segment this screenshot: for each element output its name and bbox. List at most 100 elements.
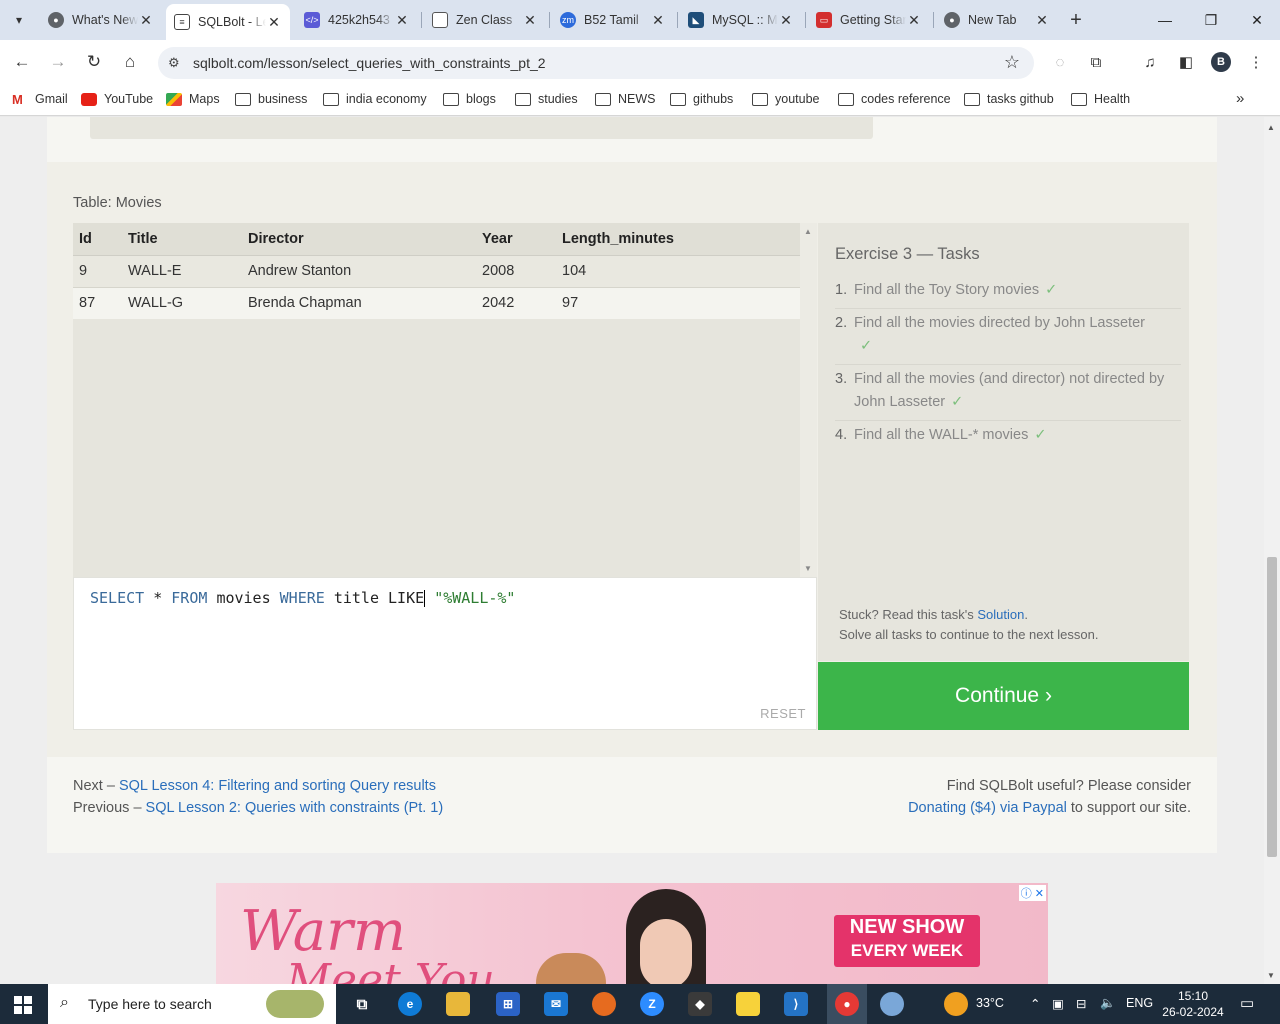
bookmark-githubs[interactable]: githubs	[670, 92, 733, 106]
scrollbar-thumb[interactable]	[1267, 557, 1277, 857]
paint-app-icon[interactable]	[880, 992, 904, 1016]
column-header: Length_minutes	[556, 223, 800, 256]
bookmark-news[interactable]: NEWS	[595, 92, 656, 106]
firefox-icon[interactable]	[592, 992, 616, 1016]
weather-temperature[interactable]: 33°C	[976, 996, 1004, 1010]
donate-link[interactable]: Donating ($4) via Paypal	[908, 800, 1067, 816]
tab-425k2h543[interactable]: </> 425k2h543 ✕	[296, 6, 418, 34]
table-cell: WALL-E	[122, 255, 242, 288]
close-icon[interactable]: ✕	[906, 12, 922, 29]
tab-search-chevron-icon[interactable]: ▾	[6, 8, 32, 32]
back-arrow-icon[interactable]: ←	[10, 50, 34, 74]
previous-lesson-link[interactable]: SQL Lesson 2: Queries with constraints (…	[146, 800, 444, 816]
sticky-notes-icon[interactable]	[736, 992, 760, 1016]
tab-sqlbolt[interactable]: ≡ SQLBolt - Learn SQL ✕	[166, 4, 290, 40]
page-viewport: Table: Movies Id Title Director Year Len…	[0, 117, 1264, 984]
sql-query-editor[interactable]: SELECT * FROM movies WHERE title LIKE "%…	[73, 577, 817, 730]
advertisement-banner[interactable]: Warm Meet You NEW SHOW EVERY WEEK ⓘ ✕	[216, 883, 1048, 984]
mail-icon[interactable]: ✉	[544, 992, 568, 1016]
results-table: Id Title Director Year Length_minutes 9 …	[73, 223, 800, 319]
close-icon[interactable]: ✕	[778, 12, 794, 29]
volume-icon[interactable]: 🔈	[1100, 996, 1116, 1011]
window-close-icon[interactable]: ✕	[1242, 8, 1272, 32]
microsoft-store-icon[interactable]: ⊞	[496, 992, 520, 1016]
close-icon[interactable]: ✕	[1034, 12, 1050, 29]
table-cell: Andrew Stanton	[242, 255, 476, 288]
ad-headline-second-line: Meet You	[286, 955, 495, 984]
close-icon[interactable]: ✕	[394, 12, 410, 29]
next-lesson-link[interactable]: SQL Lesson 4: Filtering and sorting Quer…	[119, 778, 436, 794]
weather-icon[interactable]	[944, 992, 968, 1016]
results-scrollbar[interactable]: ▲ ▼	[800, 223, 817, 577]
bookmark-health[interactable]: Health	[1071, 92, 1130, 106]
sql-query-text[interactable]: SELECT * FROM movies WHERE title LIKE "%…	[90, 589, 515, 607]
home-icon[interactable]: ⌂	[118, 50, 142, 74]
language-indicator[interactable]: ENG	[1126, 996, 1153, 1010]
bookmarks-overflow-chevron-icon[interactable]: »	[1236, 90, 1244, 107]
notifications-icon[interactable]: ▭	[1240, 994, 1254, 1012]
close-icon[interactable]: ✕	[266, 14, 282, 31]
address-bar[interactable]: ⚙ sqlbolt.com/lesson/select_queries_with…	[158, 47, 1034, 79]
folder-icon	[964, 92, 980, 106]
bookmark-youtube[interactable]: YouTube	[81, 92, 153, 106]
bookmark-business[interactable]: business	[235, 92, 307, 106]
bookmark-blogs[interactable]: blogs	[443, 92, 496, 106]
taskbar-search-box[interactable]: ⌕ Type here to search	[48, 984, 336, 1024]
page-scrollbar[interactable]: ▲ ▼	[1264, 117, 1280, 984]
folder-icon	[752, 92, 768, 106]
scroll-up-arrow-icon[interactable]: ▲	[804, 227, 812, 236]
scroll-down-arrow-icon[interactable]: ▼	[804, 564, 812, 573]
tab-whats-new[interactable]: ● What's New ✕	[40, 6, 162, 34]
taskbar-clock[interactable]: 15:10 26-02-2024	[1158, 988, 1228, 1020]
maps-icon	[166, 92, 182, 106]
windows-start-icon[interactable]	[14, 996, 32, 1014]
continue-button[interactable]: Continue ›	[818, 662, 1189, 730]
ad-choices-close-icon[interactable]: ⓘ ✕	[1018, 885, 1046, 901]
chrome-taskbar-icon[interactable]: ●	[835, 992, 859, 1016]
tray-device-icon[interactable]: ▣	[1052, 996, 1064, 1011]
bookmark-studies[interactable]: studies	[515, 92, 578, 106]
scroll-up-arrow-icon[interactable]: ▲	[1267, 123, 1275, 132]
extension-loading-icon[interactable]: ◌	[1048, 50, 1072, 74]
tab-mysql[interactable]: ◣ MySQL :: MySQL ✕	[680, 6, 802, 34]
side-panel-icon[interactable]: ◧	[1174, 50, 1198, 74]
table-cell: WALL-G	[122, 287, 242, 319]
bookmark-gmail[interactable]: M Gmail	[12, 92, 68, 106]
minimize-icon[interactable]: —	[1150, 8, 1180, 32]
extensions-puzzle-icon[interactable]: ⧉	[1084, 50, 1108, 74]
git-app-icon[interactable]: ◆	[688, 992, 712, 1016]
profile-avatar[interactable]: B	[1211, 52, 1231, 72]
vscode-icon[interactable]: ⟩	[784, 992, 808, 1016]
bookmark-youtube-folder[interactable]: youtube	[752, 92, 819, 106]
bookmark-india-economy[interactable]: india economy	[323, 92, 427, 106]
tab-zen-class[interactable]: Zen Class ✕	[424, 6, 546, 34]
table-header-row: Id Title Director Year Length_minutes	[73, 223, 800, 256]
file-explorer-icon[interactable]	[446, 992, 470, 1016]
forward-arrow-icon[interactable]: →	[46, 50, 70, 74]
close-icon[interactable]: ✕	[650, 12, 666, 29]
restore-icon[interactable]: ❐	[1196, 8, 1226, 32]
reload-icon[interactable]: ↻	[82, 50, 106, 74]
reset-button[interactable]: RESET	[760, 706, 806, 721]
edge-icon[interactable]: e	[398, 992, 422, 1016]
site-settings-icon[interactable]: ⚙	[168, 55, 180, 71]
bookmark-star-icon[interactable]: ☆	[1004, 52, 1020, 73]
more-menu-icon[interactable]: ⋮	[1244, 50, 1268, 74]
scroll-down-arrow-icon[interactable]: ▼	[1267, 971, 1275, 980]
tab-getting-started[interactable]: ▭ Getting Started ✕	[808, 6, 930, 34]
network-icon[interactable]: ⊟	[1076, 996, 1086, 1011]
bookmark-maps[interactable]: Maps	[166, 92, 220, 106]
zoom-app-icon[interactable]: Z	[640, 992, 664, 1016]
tab-new-tab[interactable]: ● New Tab ✕	[936, 6, 1058, 34]
bookmark-codes-reference[interactable]: codes reference	[838, 92, 951, 106]
bookmark-tasks-github[interactable]: tasks github	[964, 92, 1054, 106]
tab-b52-tamil[interactable]: zm B52 Tamil ✕	[552, 6, 674, 34]
close-icon[interactable]: ✕	[522, 12, 538, 29]
media-control-icon[interactable]: ♫	[1138, 50, 1162, 74]
close-icon[interactable]: ✕	[138, 12, 154, 29]
new-tab-plus-icon[interactable]: +	[1064, 8, 1088, 32]
task-view-icon[interactable]: ⧉	[350, 992, 374, 1016]
table-cell: 2042	[476, 287, 556, 319]
solution-link[interactable]: Solution	[977, 607, 1024, 622]
tray-chevron-up-icon[interactable]: ⌃	[1030, 996, 1040, 1011]
